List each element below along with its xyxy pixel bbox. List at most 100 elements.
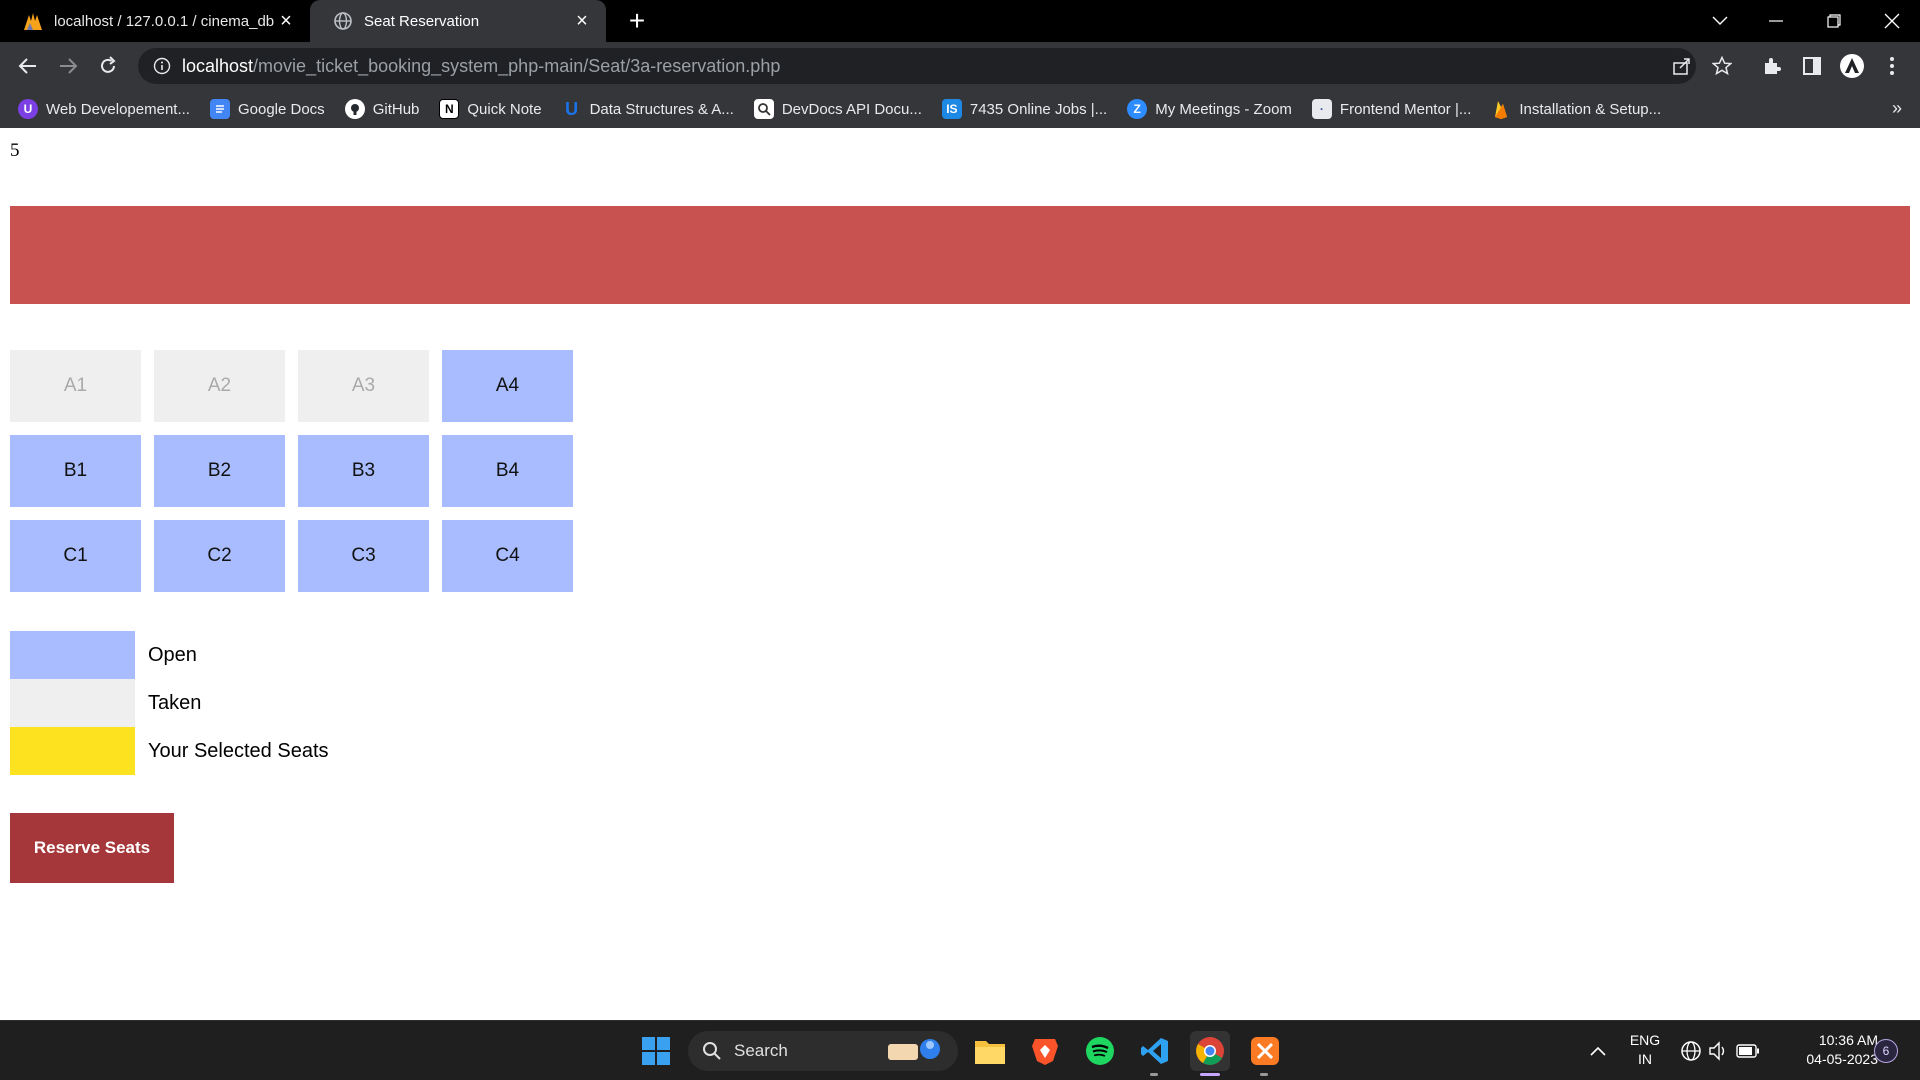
legend-taken: Taken — [10, 679, 329, 727]
bookmark-label: Web Developement... — [46, 100, 190, 118]
u-shield-icon: U — [565, 98, 579, 119]
seat-c4[interactable]: C4 — [442, 520, 573, 592]
bookmark-google-docs[interactable]: Google Docs — [209, 99, 325, 119]
more-bookmarks-icon[interactable]: » — [1892, 98, 1902, 119]
clock[interactable]: 10:36 AM 04-05-2023 — [1778, 1031, 1878, 1069]
bookmark-label: Quick Note — [467, 100, 542, 118]
network-globe-icon — [1681, 1041, 1701, 1061]
tray-chevron-up-icon[interactable] — [1578, 1031, 1618, 1071]
notion-icon: N — [439, 99, 460, 119]
taskbar-search[interactable]: Search — [688, 1031, 958, 1071]
bookmark-devdocs[interactable]: DevDocs API Docu... — [753, 99, 922, 119]
seat-a2: A2 — [154, 350, 285, 422]
bookmark-data-structures[interactable]: U Data Structures & A... — [562, 99, 734, 119]
spotify-icon[interactable] — [1080, 1031, 1120, 1071]
notification-badge[interactable]: 6 — [1874, 1039, 1898, 1063]
bookmark-label: Google Docs — [237, 100, 325, 118]
tab-phpmyadmin[interactable]: localhost / 127.0.0.1 / cinema_db × — [0, 0, 310, 42]
legend-selected: Your Selected Seats — [10, 727, 329, 775]
system-tray-group[interactable] — [1672, 1031, 1768, 1071]
bookmark-label: Frontend Mentor |... — [1339, 100, 1472, 118]
u-icon: U — [18, 99, 38, 119]
phpmyadmin-icon — [22, 10, 44, 32]
tab-search-icon[interactable] — [1692, 0, 1748, 42]
window-close-icon[interactable] — [1864, 0, 1920, 42]
minimize-icon[interactable] — [1748, 0, 1804, 42]
battery-icon — [1736, 1044, 1759, 1058]
bookmark-online-jobs[interactable]: IS 7435 Online Jobs |... — [941, 99, 1108, 119]
legend-label: Taken — [148, 691, 202, 714]
bookmark-web-developement[interactable]: U Web Developement... — [18, 99, 190, 119]
seat-c1[interactable]: C1 — [10, 520, 141, 592]
close-icon[interactable]: × — [276, 10, 296, 33]
menu-dots-icon[interactable] — [1876, 50, 1908, 82]
bookmark-zoom[interactable]: Z My Meetings - Zoom — [1127, 99, 1292, 119]
firebase-icon — [1491, 99, 1511, 119]
restore-icon[interactable] — [1806, 0, 1862, 42]
globe-icon — [332, 10, 354, 32]
seat-grid: A1 A2 A3 A4 B1 B2 B3 B4 C1 C2 C3 C4 — [10, 350, 574, 592]
url-path: /movie_ticket_booking_system_php-main/Se… — [253, 55, 781, 76]
cinema-screen — [10, 206, 1910, 304]
profile-avatar-icon[interactable] — [1836, 50, 1868, 82]
seat-b2[interactable]: B2 — [154, 435, 285, 507]
brave-browser-icon[interactable] — [1025, 1031, 1065, 1071]
new-tab-button[interactable]: + — [622, 6, 652, 36]
page-content: 5 A1 A2 A3 A4 B1 B2 B3 B4 C1 C2 C3 C4 Op… — [0, 128, 1920, 1020]
bookmark-label: Installation & Setup... — [1519, 100, 1662, 118]
zoom-icon: Z — [1127, 99, 1148, 119]
tab-seat-reservation[interactable]: Seat Reservation × — [310, 0, 606, 42]
clock-time: 10:36 AM — [1818, 1032, 1878, 1048]
legend-label: Open — [148, 643, 197, 666]
seat-a4[interactable]: A4 — [442, 350, 573, 422]
back-arrow-icon[interactable] — [12, 50, 44, 82]
language-indicator[interactable]: ENG IN — [1620, 1031, 1670, 1069]
xampp-icon[interactable] — [1245, 1031, 1285, 1071]
seat-b3[interactable]: B3 — [298, 435, 429, 507]
star-icon[interactable] — [1706, 50, 1738, 82]
search-highlight-icon — [884, 1034, 944, 1069]
bookmark-label: Data Structures & A... — [589, 100, 734, 118]
seat-a3: A3 — [298, 350, 429, 422]
chrome-icon[interactable] — [1190, 1031, 1230, 1071]
file-explorer-icon[interactable] — [970, 1031, 1010, 1071]
volume-icon — [1709, 1041, 1725, 1061]
taskbar: Search ENG IN 10:36 AM 04-05-2023 6 — [0, 1020, 1920, 1080]
clock-date: 04-05-2023 — [1806, 1051, 1878, 1067]
bookmark-label: 7435 Online Jobs |... — [969, 100, 1108, 118]
vscode-icon[interactable] — [1135, 1031, 1175, 1071]
forward-arrow-icon[interactable] — [52, 50, 84, 82]
bookmarks-bar: U Web Developement... Google Docs GitHub… — [0, 90, 1920, 128]
seat-b4[interactable]: B4 — [442, 435, 573, 507]
legend-open-swatch — [10, 631, 135, 679]
language-code: ENG — [1629, 1032, 1661, 1048]
frontend-mentor-icon: · — [1311, 99, 1332, 119]
bookmark-installation-setup[interactable]: Installation & Setup... — [1491, 99, 1661, 119]
bookmark-label: DevDocs API Docu... — [781, 100, 922, 118]
share-icon[interactable] — [1666, 50, 1698, 82]
browser-toolbar: localhost/movie_ticket_booking_system_ph… — [0, 42, 1920, 90]
legend-selected-swatch — [10, 727, 135, 775]
info-icon[interactable] — [142, 57, 182, 75]
side-panel-icon[interactable] — [1796, 50, 1828, 82]
seat-b1[interactable]: B1 — [10, 435, 141, 507]
windows-start-icon[interactable] — [636, 1031, 676, 1071]
bookmark-frontend-mentor[interactable]: · Frontend Mentor |... — [1311, 99, 1472, 119]
search-label: Search — [734, 1041, 788, 1060]
chrome-active-indicator — [1200, 1073, 1220, 1076]
extensions-icon[interactable] — [1756, 50, 1788, 82]
seat-c2[interactable]: C2 — [154, 520, 285, 592]
url-host: localhost — [182, 55, 254, 76]
tab-title: localhost / 127.0.0.1 / cinema_db — [54, 12, 275, 30]
address-bar[interactable]: localhost/movie_ticket_booking_system_ph… — [138, 48, 1696, 84]
bookmark-label: GitHub — [372, 100, 420, 118]
bookmark-label: My Meetings - Zoom — [1155, 100, 1292, 118]
bookmark-github[interactable]: GitHub — [344, 99, 420, 119]
close-icon[interactable]: × — [572, 10, 592, 33]
reload-icon[interactable] — [92, 50, 124, 82]
reserve-seats-button[interactable]: Reserve Seats — [10, 813, 174, 883]
xampp-running-indicator — [1260, 1073, 1268, 1076]
bookmark-quick-note[interactable]: N Quick Note — [439, 99, 542, 119]
seat-c3[interactable]: C3 — [298, 520, 429, 592]
legend-taken-swatch — [10, 679, 135, 727]
